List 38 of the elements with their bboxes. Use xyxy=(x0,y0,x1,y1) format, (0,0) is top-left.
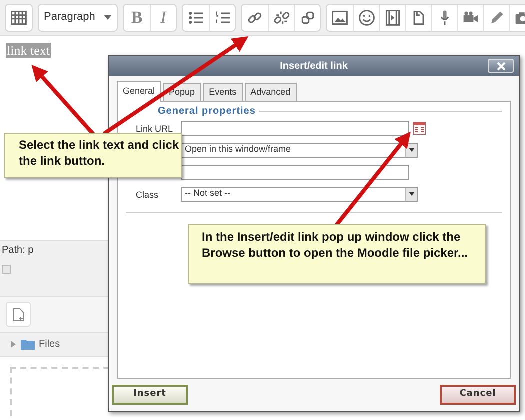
caret-icon xyxy=(408,192,414,196)
dropdown-field[interactable]: -- Not set -- xyxy=(181,186,418,202)
insert-button[interactable]: Insert xyxy=(112,385,188,405)
path-label: Path: p xyxy=(2,244,34,258)
callout-note: In the Insert/edit link pop up window click the Browse button to open the Moodle file picker... xyxy=(188,224,486,284)
section-legend: General properties xyxy=(158,104,256,119)
add-file-button[interactable] xyxy=(6,302,31,327)
cancel-button[interactable]: Cancel xyxy=(440,385,516,405)
browse-icon xyxy=(413,122,426,134)
image-icon xyxy=(331,8,349,26)
files-label[interactable]: Files xyxy=(39,337,60,352)
caret-icon xyxy=(408,148,414,152)
dropdown-field[interactable]: Open in this window/frame xyxy=(181,142,418,158)
dialog-tab[interactable]: Advanced xyxy=(244,83,297,101)
browse-button[interactable] xyxy=(413,122,426,134)
broken-chain-icon xyxy=(272,8,290,26)
close-button[interactable] xyxy=(488,59,514,73)
italic-button[interactable]: I xyxy=(150,4,176,30)
caret-icon xyxy=(104,15,112,20)
dialog-title: Insert/edit link xyxy=(280,60,348,74)
field-label: Link URL xyxy=(136,124,174,134)
bold-button[interactable]: B xyxy=(124,4,150,30)
text-field[interactable] xyxy=(181,120,409,136)
dialog-tab[interactable]: General xyxy=(117,81,162,102)
text-field[interactable] xyxy=(181,164,409,180)
table-grid-icon xyxy=(10,8,28,26)
dialog-tab[interactable]: Events xyxy=(203,83,243,101)
field-label: Class xyxy=(136,190,159,200)
numbered-list-icon xyxy=(214,8,232,26)
format-dropdown[interactable]: Paragraph xyxy=(39,4,117,30)
checkbox[interactable] xyxy=(2,265,11,274)
folder-icon xyxy=(21,339,35,350)
smiley-icon xyxy=(358,8,376,26)
selected-link-text: link text xyxy=(6,43,51,58)
callout-note: Select the link text and click the link button. xyxy=(4,133,182,178)
add-file-icon xyxy=(12,308,24,322)
close-icon xyxy=(496,62,506,70)
film-strip-icon xyxy=(384,8,402,26)
